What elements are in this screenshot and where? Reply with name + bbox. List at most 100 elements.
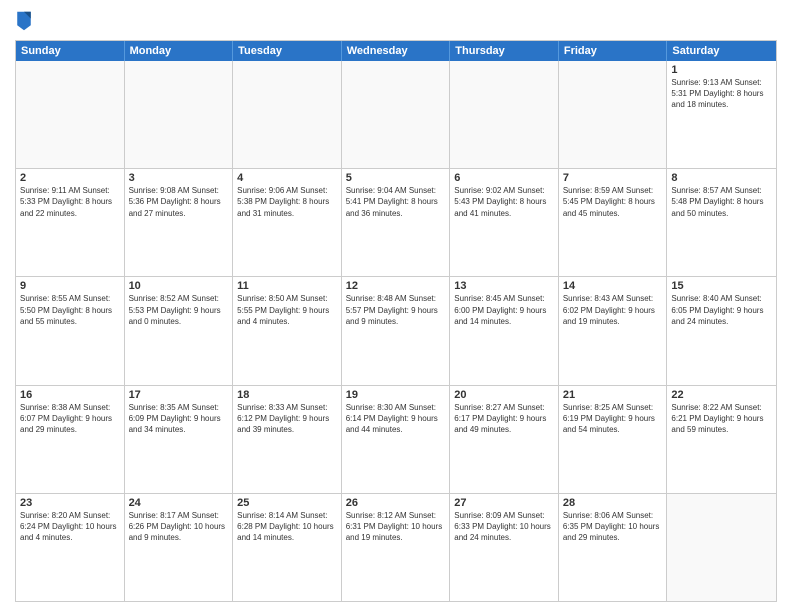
day-number: 1 [671, 64, 772, 76]
day-info: Sunrise: 8:40 AM Sunset: 6:05 PM Dayligh… [671, 293, 772, 327]
day-info: Sunrise: 9:04 AM Sunset: 5:41 PM Dayligh… [346, 185, 446, 219]
day-info: Sunrise: 8:57 AM Sunset: 5:48 PM Dayligh… [671, 185, 772, 219]
calendar-day-19: 19Sunrise: 8:30 AM Sunset: 6:14 PM Dayli… [342, 386, 451, 493]
calendar-day-14: 14Sunrise: 8:43 AM Sunset: 6:02 PM Dayli… [559, 277, 668, 384]
day-info: Sunrise: 8:55 AM Sunset: 5:50 PM Dayligh… [20, 293, 120, 327]
calendar-day-26: 26Sunrise: 8:12 AM Sunset: 6:31 PM Dayli… [342, 494, 451, 601]
day-info: Sunrise: 8:48 AM Sunset: 5:57 PM Dayligh… [346, 293, 446, 327]
day-number: 13 [454, 280, 554, 292]
day-info: Sunrise: 8:30 AM Sunset: 6:14 PM Dayligh… [346, 402, 446, 436]
calendar-day-20: 20Sunrise: 8:27 AM Sunset: 6:17 PM Dayli… [450, 386, 559, 493]
calendar-day-24: 24Sunrise: 8:17 AM Sunset: 6:26 PM Dayli… [125, 494, 234, 601]
day-number: 14 [563, 280, 663, 292]
calendar-row-2: 2Sunrise: 9:11 AM Sunset: 5:33 PM Daylig… [16, 168, 776, 276]
day-info: Sunrise: 8:06 AM Sunset: 6:35 PM Dayligh… [563, 510, 663, 544]
calendar-body: 1Sunrise: 9:13 AM Sunset: 5:31 PM Daylig… [16, 61, 776, 601]
page: SundayMondayTuesdayWednesdayThursdayFrid… [0, 0, 792, 612]
day-number: 7 [563, 172, 663, 184]
calendar-day-28: 28Sunrise: 8:06 AM Sunset: 6:35 PM Dayli… [559, 494, 668, 601]
calendar-day-25: 25Sunrise: 8:14 AM Sunset: 6:28 PM Dayli… [233, 494, 342, 601]
logo-icon [15, 10, 33, 32]
day-number: 23 [20, 497, 120, 509]
day-info: Sunrise: 8:20 AM Sunset: 6:24 PM Dayligh… [20, 510, 120, 544]
day-number: 26 [346, 497, 446, 509]
calendar-day-15: 15Sunrise: 8:40 AM Sunset: 6:05 PM Dayli… [667, 277, 776, 384]
day-info: Sunrise: 9:08 AM Sunset: 5:36 PM Dayligh… [129, 185, 229, 219]
day-number: 9 [20, 280, 120, 292]
calendar-day-4: 4Sunrise: 9:06 AM Sunset: 5:38 PM Daylig… [233, 169, 342, 276]
weekday-header-friday: Friday [559, 41, 668, 61]
day-number: 16 [20, 389, 120, 401]
calendar-day-18: 18Sunrise: 8:33 AM Sunset: 6:12 PM Dayli… [233, 386, 342, 493]
day-number: 18 [237, 389, 337, 401]
calendar-day-22: 22Sunrise: 8:22 AM Sunset: 6:21 PM Dayli… [667, 386, 776, 493]
day-number: 21 [563, 389, 663, 401]
calendar-row-4: 16Sunrise: 8:38 AM Sunset: 6:07 PM Dayli… [16, 385, 776, 493]
day-number: 22 [671, 389, 772, 401]
day-number: 8 [671, 172, 772, 184]
calendar-empty-cell [667, 494, 776, 601]
day-number: 12 [346, 280, 446, 292]
day-number: 3 [129, 172, 229, 184]
day-number: 27 [454, 497, 554, 509]
weekday-header-tuesday: Tuesday [233, 41, 342, 61]
calendar-empty-cell [559, 61, 668, 168]
day-number: 4 [237, 172, 337, 184]
calendar-row-5: 23Sunrise: 8:20 AM Sunset: 6:24 PM Dayli… [16, 493, 776, 601]
day-info: Sunrise: 9:13 AM Sunset: 5:31 PM Dayligh… [671, 77, 772, 111]
day-info: Sunrise: 8:38 AM Sunset: 6:07 PM Dayligh… [20, 402, 120, 436]
day-info: Sunrise: 8:33 AM Sunset: 6:12 PM Dayligh… [237, 402, 337, 436]
day-info: Sunrise: 9:11 AM Sunset: 5:33 PM Dayligh… [20, 185, 120, 219]
calendar-day-2: 2Sunrise: 9:11 AM Sunset: 5:33 PM Daylig… [16, 169, 125, 276]
weekday-header-saturday: Saturday [667, 41, 776, 61]
calendar-empty-cell [233, 61, 342, 168]
logo [15, 10, 35, 32]
calendar-row-3: 9Sunrise: 8:55 AM Sunset: 5:50 PM Daylig… [16, 276, 776, 384]
calendar-day-13: 13Sunrise: 8:45 AM Sunset: 6:00 PM Dayli… [450, 277, 559, 384]
day-info: Sunrise: 9:02 AM Sunset: 5:43 PM Dayligh… [454, 185, 554, 219]
day-number: 24 [129, 497, 229, 509]
day-info: Sunrise: 9:06 AM Sunset: 5:38 PM Dayligh… [237, 185, 337, 219]
day-info: Sunrise: 8:22 AM Sunset: 6:21 PM Dayligh… [671, 402, 772, 436]
day-number: 19 [346, 389, 446, 401]
weekday-header-monday: Monday [125, 41, 234, 61]
weekday-header-sunday: Sunday [16, 41, 125, 61]
day-info: Sunrise: 8:25 AM Sunset: 6:19 PM Dayligh… [563, 402, 663, 436]
calendar-day-23: 23Sunrise: 8:20 AM Sunset: 6:24 PM Dayli… [16, 494, 125, 601]
day-number: 5 [346, 172, 446, 184]
calendar-day-1: 1Sunrise: 9:13 AM Sunset: 5:31 PM Daylig… [667, 61, 776, 168]
day-info: Sunrise: 8:35 AM Sunset: 6:09 PM Dayligh… [129, 402, 229, 436]
calendar-header: SundayMondayTuesdayWednesdayThursdayFrid… [16, 41, 776, 61]
calendar-day-16: 16Sunrise: 8:38 AM Sunset: 6:07 PM Dayli… [16, 386, 125, 493]
calendar-day-9: 9Sunrise: 8:55 AM Sunset: 5:50 PM Daylig… [16, 277, 125, 384]
weekday-header-thursday: Thursday [450, 41, 559, 61]
calendar-empty-cell [16, 61, 125, 168]
day-info: Sunrise: 8:50 AM Sunset: 5:55 PM Dayligh… [237, 293, 337, 327]
day-number: 15 [671, 280, 772, 292]
day-info: Sunrise: 8:17 AM Sunset: 6:26 PM Dayligh… [129, 510, 229, 544]
calendar-day-7: 7Sunrise: 8:59 AM Sunset: 5:45 PM Daylig… [559, 169, 668, 276]
calendar-day-11: 11Sunrise: 8:50 AM Sunset: 5:55 PM Dayli… [233, 277, 342, 384]
calendar-day-10: 10Sunrise: 8:52 AM Sunset: 5:53 PM Dayli… [125, 277, 234, 384]
day-info: Sunrise: 8:27 AM Sunset: 6:17 PM Dayligh… [454, 402, 554, 436]
calendar-row-1: 1Sunrise: 9:13 AM Sunset: 5:31 PM Daylig… [16, 61, 776, 168]
day-info: Sunrise: 8:43 AM Sunset: 6:02 PM Dayligh… [563, 293, 663, 327]
calendar-day-6: 6Sunrise: 9:02 AM Sunset: 5:43 PM Daylig… [450, 169, 559, 276]
calendar-day-5: 5Sunrise: 9:04 AM Sunset: 5:41 PM Daylig… [342, 169, 451, 276]
weekday-header-wednesday: Wednesday [342, 41, 451, 61]
calendar-empty-cell [450, 61, 559, 168]
day-info: Sunrise: 8:45 AM Sunset: 6:00 PM Dayligh… [454, 293, 554, 327]
calendar-empty-cell [125, 61, 234, 168]
day-number: 17 [129, 389, 229, 401]
day-number: 10 [129, 280, 229, 292]
day-number: 28 [563, 497, 663, 509]
day-info: Sunrise: 8:52 AM Sunset: 5:53 PM Dayligh… [129, 293, 229, 327]
calendar-day-27: 27Sunrise: 8:09 AM Sunset: 6:33 PM Dayli… [450, 494, 559, 601]
calendar-empty-cell [342, 61, 451, 168]
calendar-day-3: 3Sunrise: 9:08 AM Sunset: 5:36 PM Daylig… [125, 169, 234, 276]
day-number: 11 [237, 280, 337, 292]
calendar-day-8: 8Sunrise: 8:57 AM Sunset: 5:48 PM Daylig… [667, 169, 776, 276]
day-info: Sunrise: 8:09 AM Sunset: 6:33 PM Dayligh… [454, 510, 554, 544]
day-number: 20 [454, 389, 554, 401]
calendar-day-21: 21Sunrise: 8:25 AM Sunset: 6:19 PM Dayli… [559, 386, 668, 493]
